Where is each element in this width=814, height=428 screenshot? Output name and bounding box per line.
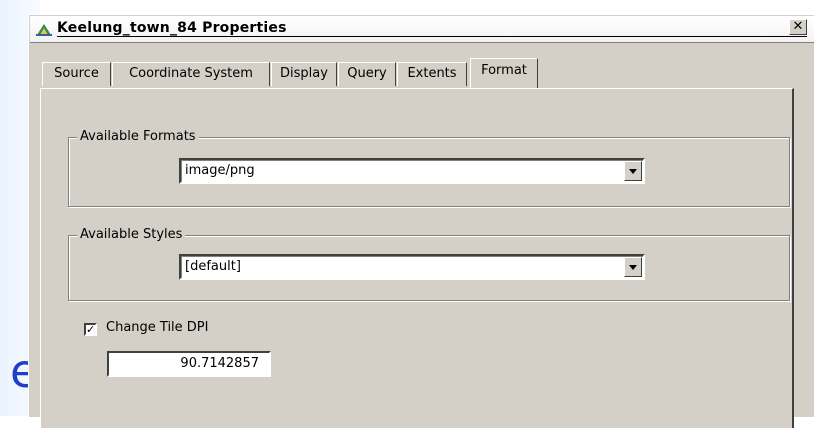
chevron-down-icon[interactable]	[624, 257, 642, 277]
tab-display[interactable]: Display	[271, 62, 337, 86]
tab-query[interactable]: Query	[338, 62, 396, 86]
properties-dialog: Keelung_town_84 Properties ✕ Source Coor…	[28, 14, 814, 428]
window-title: Keelung_town_84 Properties	[57, 20, 287, 36]
style-selected-value: [default]	[185, 259, 241, 274]
title-bar[interactable]: Keelung_town_84 Properties ✕	[30, 16, 814, 43]
chevron-down-icon[interactable]	[624, 161, 642, 181]
tile-dpi-input[interactable]: 90.7142857	[107, 351, 271, 377]
available-formats-label: Available Formats	[77, 129, 199, 144]
tab-coordinate-system[interactable]: Coordinate System	[112, 62, 270, 86]
available-formats-group: Available Formats image/png	[68, 129, 790, 207]
title-underline	[57, 36, 807, 37]
format-select[interactable]: image/png	[179, 158, 645, 184]
available-styles-group: Available Styles [default]	[68, 227, 790, 301]
close-button[interactable]: ✕	[789, 19, 807, 35]
tab-extents[interactable]: Extents	[397, 62, 467, 86]
tab-source[interactable]: Source	[42, 62, 111, 86]
style-select[interactable]: [default]	[179, 254, 645, 280]
layer-icon	[36, 24, 52, 36]
format-tab-panel: Available Formats image/png Available St…	[40, 88, 794, 428]
available-styles-label: Available Styles	[77, 227, 186, 242]
change-tile-dpi-checkbox[interactable]: ✓	[84, 323, 97, 336]
format-selected-value: image/png	[185, 163, 255, 178]
change-tile-dpi-label: Change Tile DPI	[106, 320, 209, 335]
tab-format[interactable]: Format	[470, 58, 538, 88]
